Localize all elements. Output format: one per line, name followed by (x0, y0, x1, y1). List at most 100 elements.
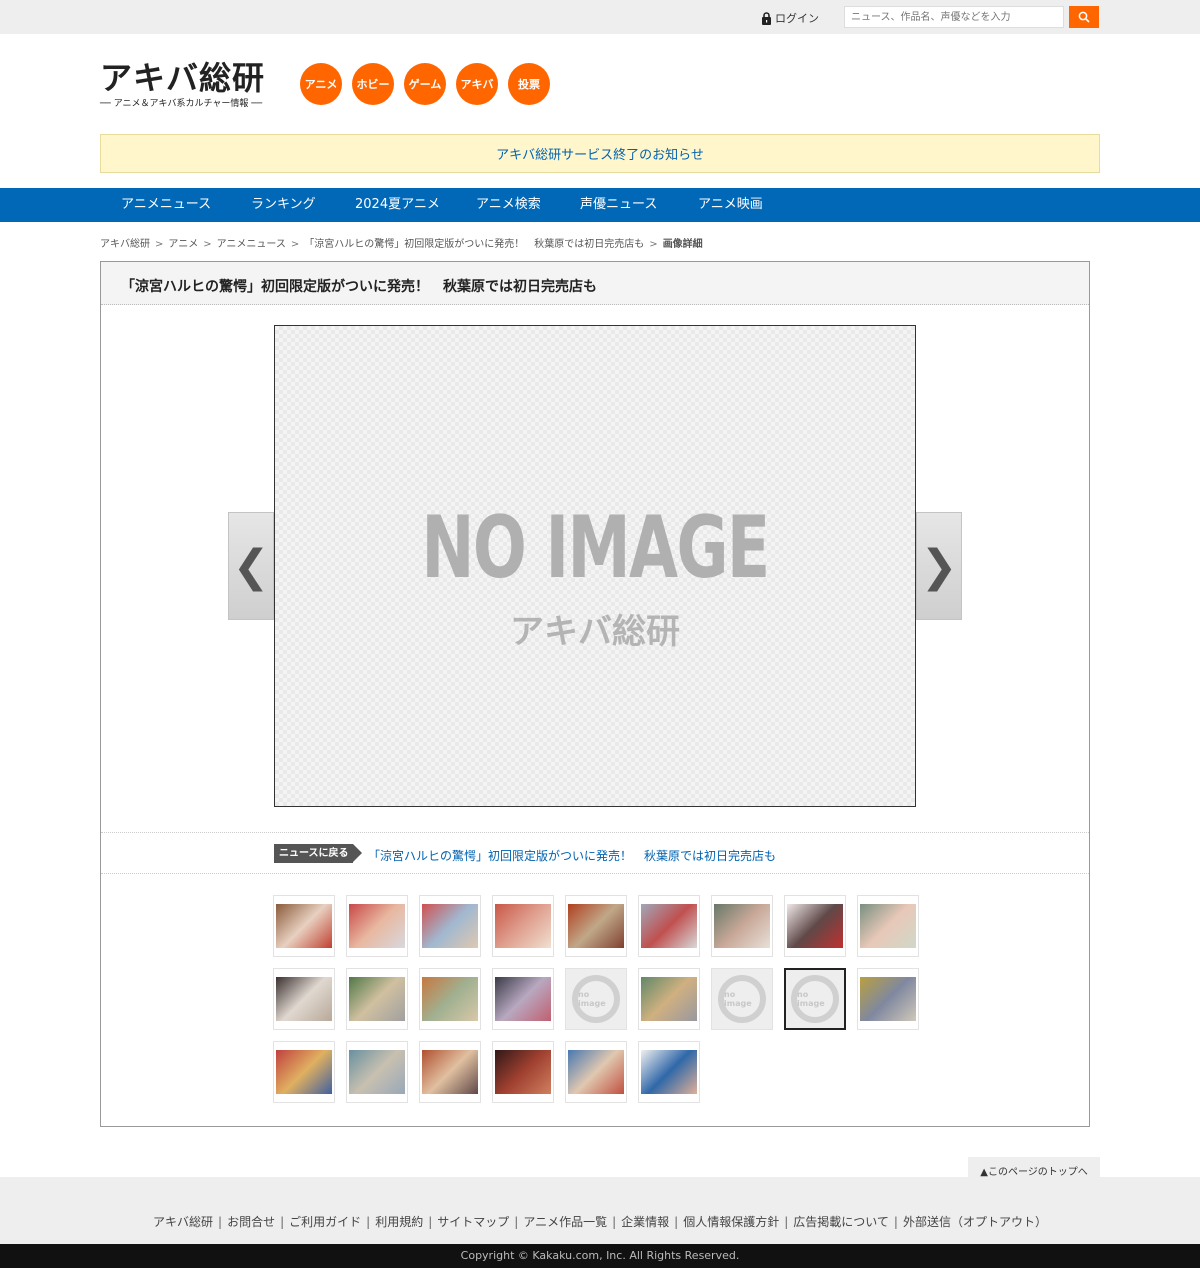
prev-image-button[interactable]: ❮ (228, 512, 274, 620)
thumbnail[interactable] (638, 895, 700, 957)
chevron-right-icon: ❯ (920, 540, 958, 592)
thumbnail[interactable] (711, 895, 773, 957)
thumbnail-photo (422, 977, 478, 1021)
thumbnail-photo (860, 977, 916, 1021)
footer-link[interactable]: ご利用ガイド (289, 1215, 361, 1229)
footer-separator: | (674, 1215, 679, 1229)
copyright: Copyright © Kakaku.com, Inc. All Rights … (0, 1244, 1200, 1268)
footer-link[interactable]: アニメ作品一覧 (523, 1215, 607, 1229)
thumbnail[interactable] (273, 895, 335, 957)
thumbnail-photo (422, 904, 478, 948)
thumbnail-photo (349, 904, 405, 948)
footer-link[interactable]: お問合せ (227, 1215, 275, 1229)
thumbnail[interactable] (857, 895, 919, 957)
footer-link[interactable]: 外部送信（オプトアウト） (903, 1215, 1047, 1229)
category-game-button[interactable]: ゲーム (404, 63, 446, 105)
thumbnail[interactable] (419, 1041, 481, 1103)
footer-separator: | (280, 1215, 285, 1229)
main-image: NO IMAGE アキバ総研 (274, 325, 916, 807)
thumbnail[interactable] (346, 968, 408, 1030)
nav-anime-news[interactable]: アニメニュース (121, 188, 211, 222)
footer-separator: | (428, 1215, 433, 1229)
category-akiba-button[interactable]: アキバ (456, 63, 498, 105)
nav-voice-actor-news[interactable]: 声優ニュース (580, 188, 657, 222)
thumbnail-photo (276, 1050, 332, 1094)
thumbnail-photo (860, 904, 916, 948)
thumbnail[interactable] (857, 968, 919, 1030)
thumbnail[interactable]: no image (711, 968, 773, 1030)
breadcrumb-separator: > (203, 239, 212, 250)
category-hobby-button[interactable]: ホビー (352, 63, 394, 105)
login-link[interactable]: ログイン (761, 10, 819, 26)
footer-separator: | (218, 1215, 223, 1229)
thumbnail[interactable] (638, 968, 700, 1030)
back-to-news-label: ニュースに戻る (274, 844, 361, 863)
footer-link[interactable]: アキバ総研 (153, 1215, 213, 1229)
login-label: ログイン (775, 12, 819, 25)
search-input[interactable] (844, 6, 1064, 28)
thumbnail[interactable]: no image (565, 968, 627, 1030)
thumbnail-photo (641, 977, 697, 1021)
thumbnail-photo (495, 1050, 551, 1094)
thumbnail-photo (349, 1050, 405, 1094)
breadcrumb-item[interactable]: アキバ総研 (100, 239, 150, 250)
search-button[interactable] (1069, 6, 1099, 28)
thumbnail-photo (422, 1050, 478, 1094)
logo-main-text: アキバ総研 (100, 59, 266, 97)
thumbnail-photo (568, 904, 624, 948)
category-vote-button[interactable]: 投票 (508, 63, 550, 105)
thumbnail[interactable] (492, 968, 554, 1030)
breadcrumb-separator: > (290, 239, 300, 250)
thumbnail-photo (276, 977, 332, 1021)
thumbnail[interactable] (565, 895, 627, 957)
article-title: 「涼宮ハルヒの驚愕」初回限定版がついに発売！ 秋葉原では初日完売店も (121, 279, 597, 295)
next-image-button[interactable]: ❯ (916, 512, 962, 620)
breadcrumb-item[interactable]: アニメ (168, 239, 198, 250)
thumbnail[interactable] (784, 895, 846, 957)
site-logo[interactable]: アキバ総研 ── アニメ＆アキバ系カルチャー情報 ── (100, 60, 280, 112)
no-image-label: no image (572, 975, 620, 1023)
breadcrumb-item[interactable]: 「涼宮ハルヒの驚愕」初回限定版がついに発売！ 秋葉原では初日完売店も (304, 239, 644, 250)
footer-link[interactable]: 広告掲載について (793, 1215, 889, 1229)
footer-link[interactable]: 企業情報 (621, 1215, 669, 1229)
nav-2024-summer-anime[interactable]: 2024夏アニメ (355, 188, 440, 222)
search-icon (1078, 11, 1090, 23)
thumbnail[interactable] (492, 895, 554, 957)
nav-anime-movies[interactable]: アニメ映画 (698, 188, 763, 222)
nav-anime-search[interactable]: アニメ検索 (476, 188, 541, 222)
thumbnail[interactable] (638, 1041, 700, 1103)
thumbnail[interactable] (419, 895, 481, 957)
thumbnail[interactable]: no image (784, 968, 846, 1030)
panel-header: 「涼宮ハルヒの驚愕」初回限定版がついに発売！ 秋葉原では初日完売店も (101, 262, 1089, 305)
thumbnail[interactable] (565, 1041, 627, 1103)
footer-link[interactable]: サイトマップ (437, 1215, 509, 1229)
thumbnail[interactable] (346, 895, 408, 957)
global-nav: アニメニュース ランキング 2024夏アニメ アニメ検索 声優ニュース アニメ映… (0, 188, 1200, 222)
thumbnail[interactable] (419, 968, 481, 1030)
back-to-news-link[interactable]: 「涼宮ハルヒの驚愕」初回限定版がついに発売！ 秋葉原では初日完売店も (368, 847, 776, 864)
thumbnail-photo (787, 904, 843, 948)
breadcrumb-separator: > (649, 239, 658, 250)
footer-separator: | (784, 1215, 789, 1229)
footer-link[interactable]: 利用規約 (375, 1215, 423, 1229)
footer (0, 1177, 1200, 1244)
service-end-notice-link[interactable]: アキバ総研サービス終了のお知らせ (100, 134, 1100, 173)
thumbnail[interactable] (492, 1041, 554, 1103)
lock-icon (762, 11, 771, 25)
breadcrumb-item[interactable]: アニメニュース (217, 239, 286, 250)
no-image-label: no image (791, 975, 839, 1023)
footer-separator: | (612, 1215, 617, 1229)
no-image-logo: アキバ総研 (510, 612, 680, 652)
nav-ranking[interactable]: ランキング (251, 188, 316, 222)
breadcrumb: アキバ総研 > アニメ > アニメニュース > 「涼宮ハルヒの驚愕」初回限定版がついに発売！… (100, 235, 703, 250)
top-utility-bar: ログイン (0, 0, 1200, 34)
thumbnail[interactable] (273, 1041, 335, 1103)
thumbnail-photo (568, 1050, 624, 1094)
thumbnail[interactable] (346, 1041, 408, 1103)
category-anime-button[interactable]: アニメ (300, 63, 342, 105)
footer-separator: | (366, 1215, 371, 1229)
thumbnail[interactable] (273, 968, 335, 1030)
footer-link[interactable]: 個人情報保護方針 (683, 1215, 779, 1229)
no-image-placeholder: no image (566, 969, 626, 1029)
back-to-news-row: ニュースに戻る 「涼宮ハルヒの驚愕」初回限定版がついに発売！ 秋葉原では初日完売… (101, 832, 1089, 874)
